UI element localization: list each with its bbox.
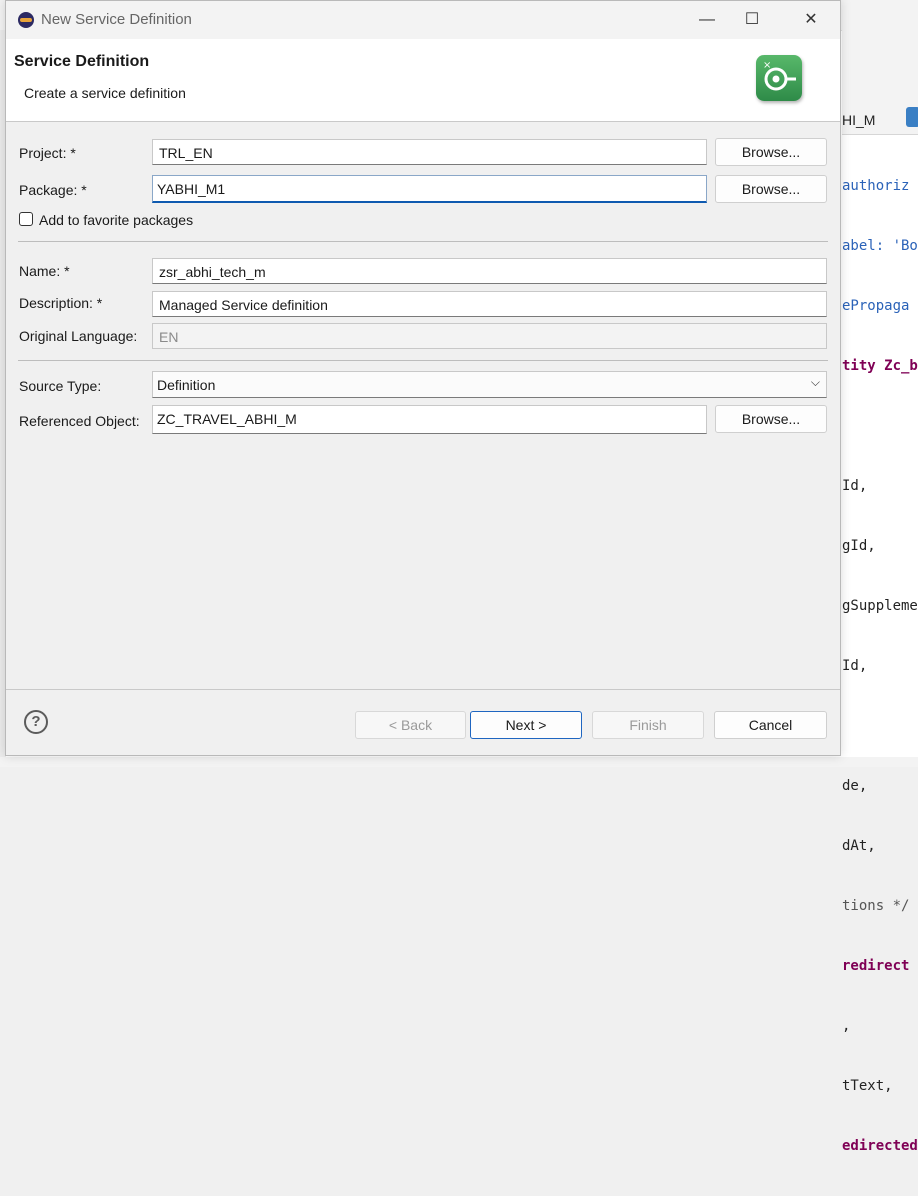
name-label: Name: * — [19, 263, 70, 279]
code-line: Id, — [842, 478, 868, 494]
minimize-button[interactable]: — — [684, 5, 730, 35]
finish-button[interactable]: Finish — [592, 711, 704, 739]
editor-tab[interactable]: HI_M — [842, 112, 875, 128]
dialog-titlebar[interactable]: New Service Definition — ☐ ✕ — [6, 1, 840, 39]
source-type-label: Source Type: — [19, 378, 102, 394]
wizard-banner: Service Definition Create a service defi… — [6, 39, 840, 122]
code-line: gSuppleme — [842, 598, 918, 614]
referenced-object-label: Referenced Object: — [19, 413, 140, 429]
project-field[interactable]: TRL_EN — [152, 139, 707, 165]
back-button[interactable]: < Back — [355, 711, 466, 739]
editor-tab-icon — [906, 107, 918, 127]
browse-referenced-object-button[interactable]: Browse... — [715, 405, 827, 433]
chevron-down-icon: ⌵ — [810, 375, 820, 389]
project-label: Project: * — [19, 145, 76, 161]
code-line: tText, — [842, 1078, 893, 1094]
favorite-checkbox[interactable] — [19, 212, 33, 226]
dialog-title: New Service Definition — [41, 11, 192, 28]
close-button[interactable]: ✕ — [788, 5, 834, 35]
code-editor[interactable]: authoriz abel: 'Bo ePropaga tity Zc_bo I… — [842, 136, 918, 1196]
package-field[interactable]: YABHI_M1 — [152, 175, 707, 203]
original-language-field: EN — [152, 323, 827, 349]
browse-project-button[interactable]: Browse... — [715, 138, 827, 166]
eclipse-icon — [18, 12, 34, 28]
new-service-definition-dialog: New Service Definition — ☐ ✕ Service Def… — [5, 0, 841, 756]
description-label: Description: * — [19, 295, 103, 311]
code-line: authoriz — [842, 178, 910, 194]
code-line: gId, — [842, 538, 876, 554]
referenced-object-field[interactable]: ZC_TRAVEL_ABHI_M — [152, 405, 707, 434]
cancel-button[interactable]: Cancel — [714, 711, 827, 739]
original-language-label: Original Language: — [19, 328, 138, 344]
code-line: edirected — [842, 1138, 918, 1154]
background-toolbar — [842, 30, 918, 104]
code-line: Id, — [842, 658, 868, 674]
separator — [18, 360, 828, 361]
service-definition-icon: × — [756, 55, 802, 101]
page-subtitle: Create a service definition — [24, 85, 186, 101]
code-line: tity Zc_bo — [842, 358, 918, 374]
description-field[interactable]: Managed Service definition — [152, 291, 827, 317]
code-line: ePropaga — [842, 298, 910, 314]
favorite-label[interactable]: Add to favorite packages — [39, 212, 193, 228]
code-line: de, — [842, 778, 868, 794]
code-line: dAt, — [842, 838, 876, 854]
maximize-button[interactable]: ☐ — [729, 5, 775, 35]
browse-package-button[interactable]: Browse... — [715, 175, 827, 203]
name-field[interactable]: zsr_abhi_tech_m — [152, 258, 827, 284]
svg-text:×: × — [763, 60, 771, 71]
next-button[interactable]: Next > — [470, 711, 582, 739]
code-line: abel: 'Bo — [842, 238, 918, 254]
code-line: tions */ — [842, 898, 910, 914]
background-status-strip — [0, 757, 918, 767]
footer-separator — [6, 689, 840, 690]
separator — [18, 241, 828, 242]
page-title: Service Definition — [14, 53, 150, 70]
source-type-select[interactable]: Definition ⌵ — [152, 371, 827, 398]
package-label: Package: * — [19, 182, 87, 198]
help-icon[interactable]: ? — [24, 710, 48, 734]
code-line: redirect — [842, 958, 910, 974]
code-line: , — [842, 1018, 851, 1034]
source-type-value: Definition — [157, 377, 216, 393]
